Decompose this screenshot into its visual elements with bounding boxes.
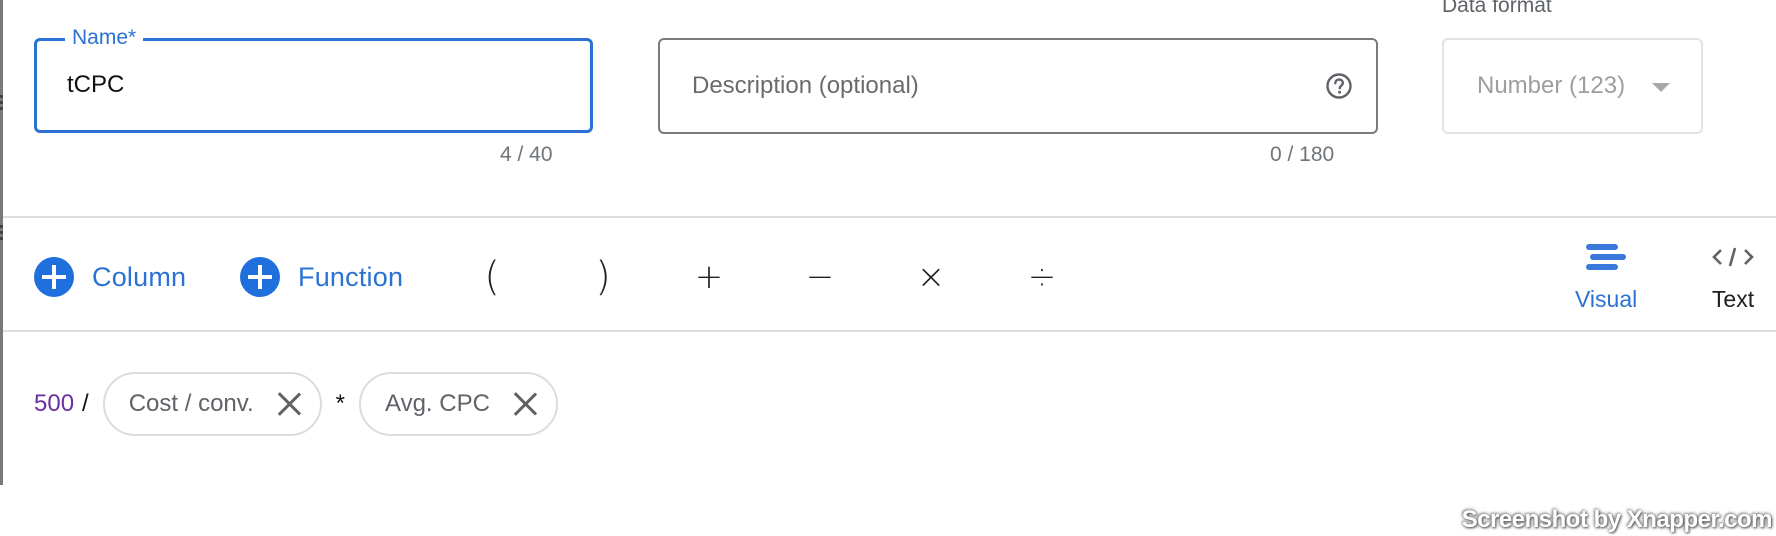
visual-lines-icon xyxy=(1584,240,1628,274)
name-label: Name* xyxy=(65,26,144,50)
rail-grip xyxy=(0,225,3,228)
visual-mode-label: Visual xyxy=(1575,286,1638,312)
description-char-counter: 0 / 180 xyxy=(1270,143,1335,166)
help-circle-icon[interactable] xyxy=(1324,71,1354,101)
close-paren-button[interactable]: ) xyxy=(581,250,625,304)
divider xyxy=(3,330,1776,332)
add-function-label: Function xyxy=(298,261,404,292)
data-format-value: Number (123) xyxy=(1477,72,1626,99)
visual-mode-tab[interactable]: Visual xyxy=(1575,240,1637,313)
close-icon[interactable] xyxy=(512,391,538,417)
rail-grip xyxy=(0,95,3,98)
formula-editor[interactable]: 500 / Cost / conv. * Avg. CPC xyxy=(34,372,564,436)
add-column-label: Column xyxy=(92,261,187,292)
formula-number-token[interactable]: 500 xyxy=(34,390,74,418)
rail-grip xyxy=(0,231,3,234)
name-input[interactable]: Name* tCPC xyxy=(34,26,593,133)
multiply-button[interactable]: × xyxy=(909,250,953,304)
chip-label: Avg. CPC xyxy=(385,390,490,417)
description-input[interactable]: Description (optional) xyxy=(658,38,1378,134)
add-circle-icon xyxy=(34,257,74,297)
data-format-select[interactable]: Number (123) xyxy=(1442,38,1703,134)
divide-button[interactable]: ÷ xyxy=(1020,250,1064,304)
minus-button[interactable]: − xyxy=(798,250,842,304)
add-column-button[interactable]: Column xyxy=(34,255,186,299)
column-chip[interactable]: Cost / conv. xyxy=(102,372,322,436)
left-border xyxy=(0,0,3,485)
close-icon[interactable] xyxy=(276,391,302,417)
formula-operator: * xyxy=(335,390,345,417)
description-placeholder: Description (optional) xyxy=(692,72,919,99)
column-chip[interactable]: Avg. CPC xyxy=(359,372,558,436)
plus-button[interactable]: + xyxy=(687,250,731,304)
data-format-label: Data format xyxy=(1442,0,1552,17)
chip-label: Cost / conv. xyxy=(128,390,254,417)
formula-operator: / xyxy=(82,390,89,417)
rail-grip xyxy=(0,107,3,110)
rail-grip xyxy=(0,101,3,104)
add-circle-icon xyxy=(240,257,280,297)
divider xyxy=(3,216,1776,218)
name-char-counter: 4 / 40 xyxy=(500,143,553,166)
code-icon xyxy=(1711,240,1755,274)
rail-grip xyxy=(0,237,3,240)
add-function-button[interactable]: Function xyxy=(240,255,403,299)
dropdown-arrow-icon xyxy=(1652,83,1670,92)
text-mode-label: Text xyxy=(1711,286,1755,312)
text-mode-tab[interactable]: Text xyxy=(1711,240,1755,313)
open-paren-button[interactable]: ( xyxy=(470,250,514,304)
watermark: Screenshot by Xnapper.com xyxy=(1461,506,1773,533)
name-value: tCPC xyxy=(67,71,125,98)
